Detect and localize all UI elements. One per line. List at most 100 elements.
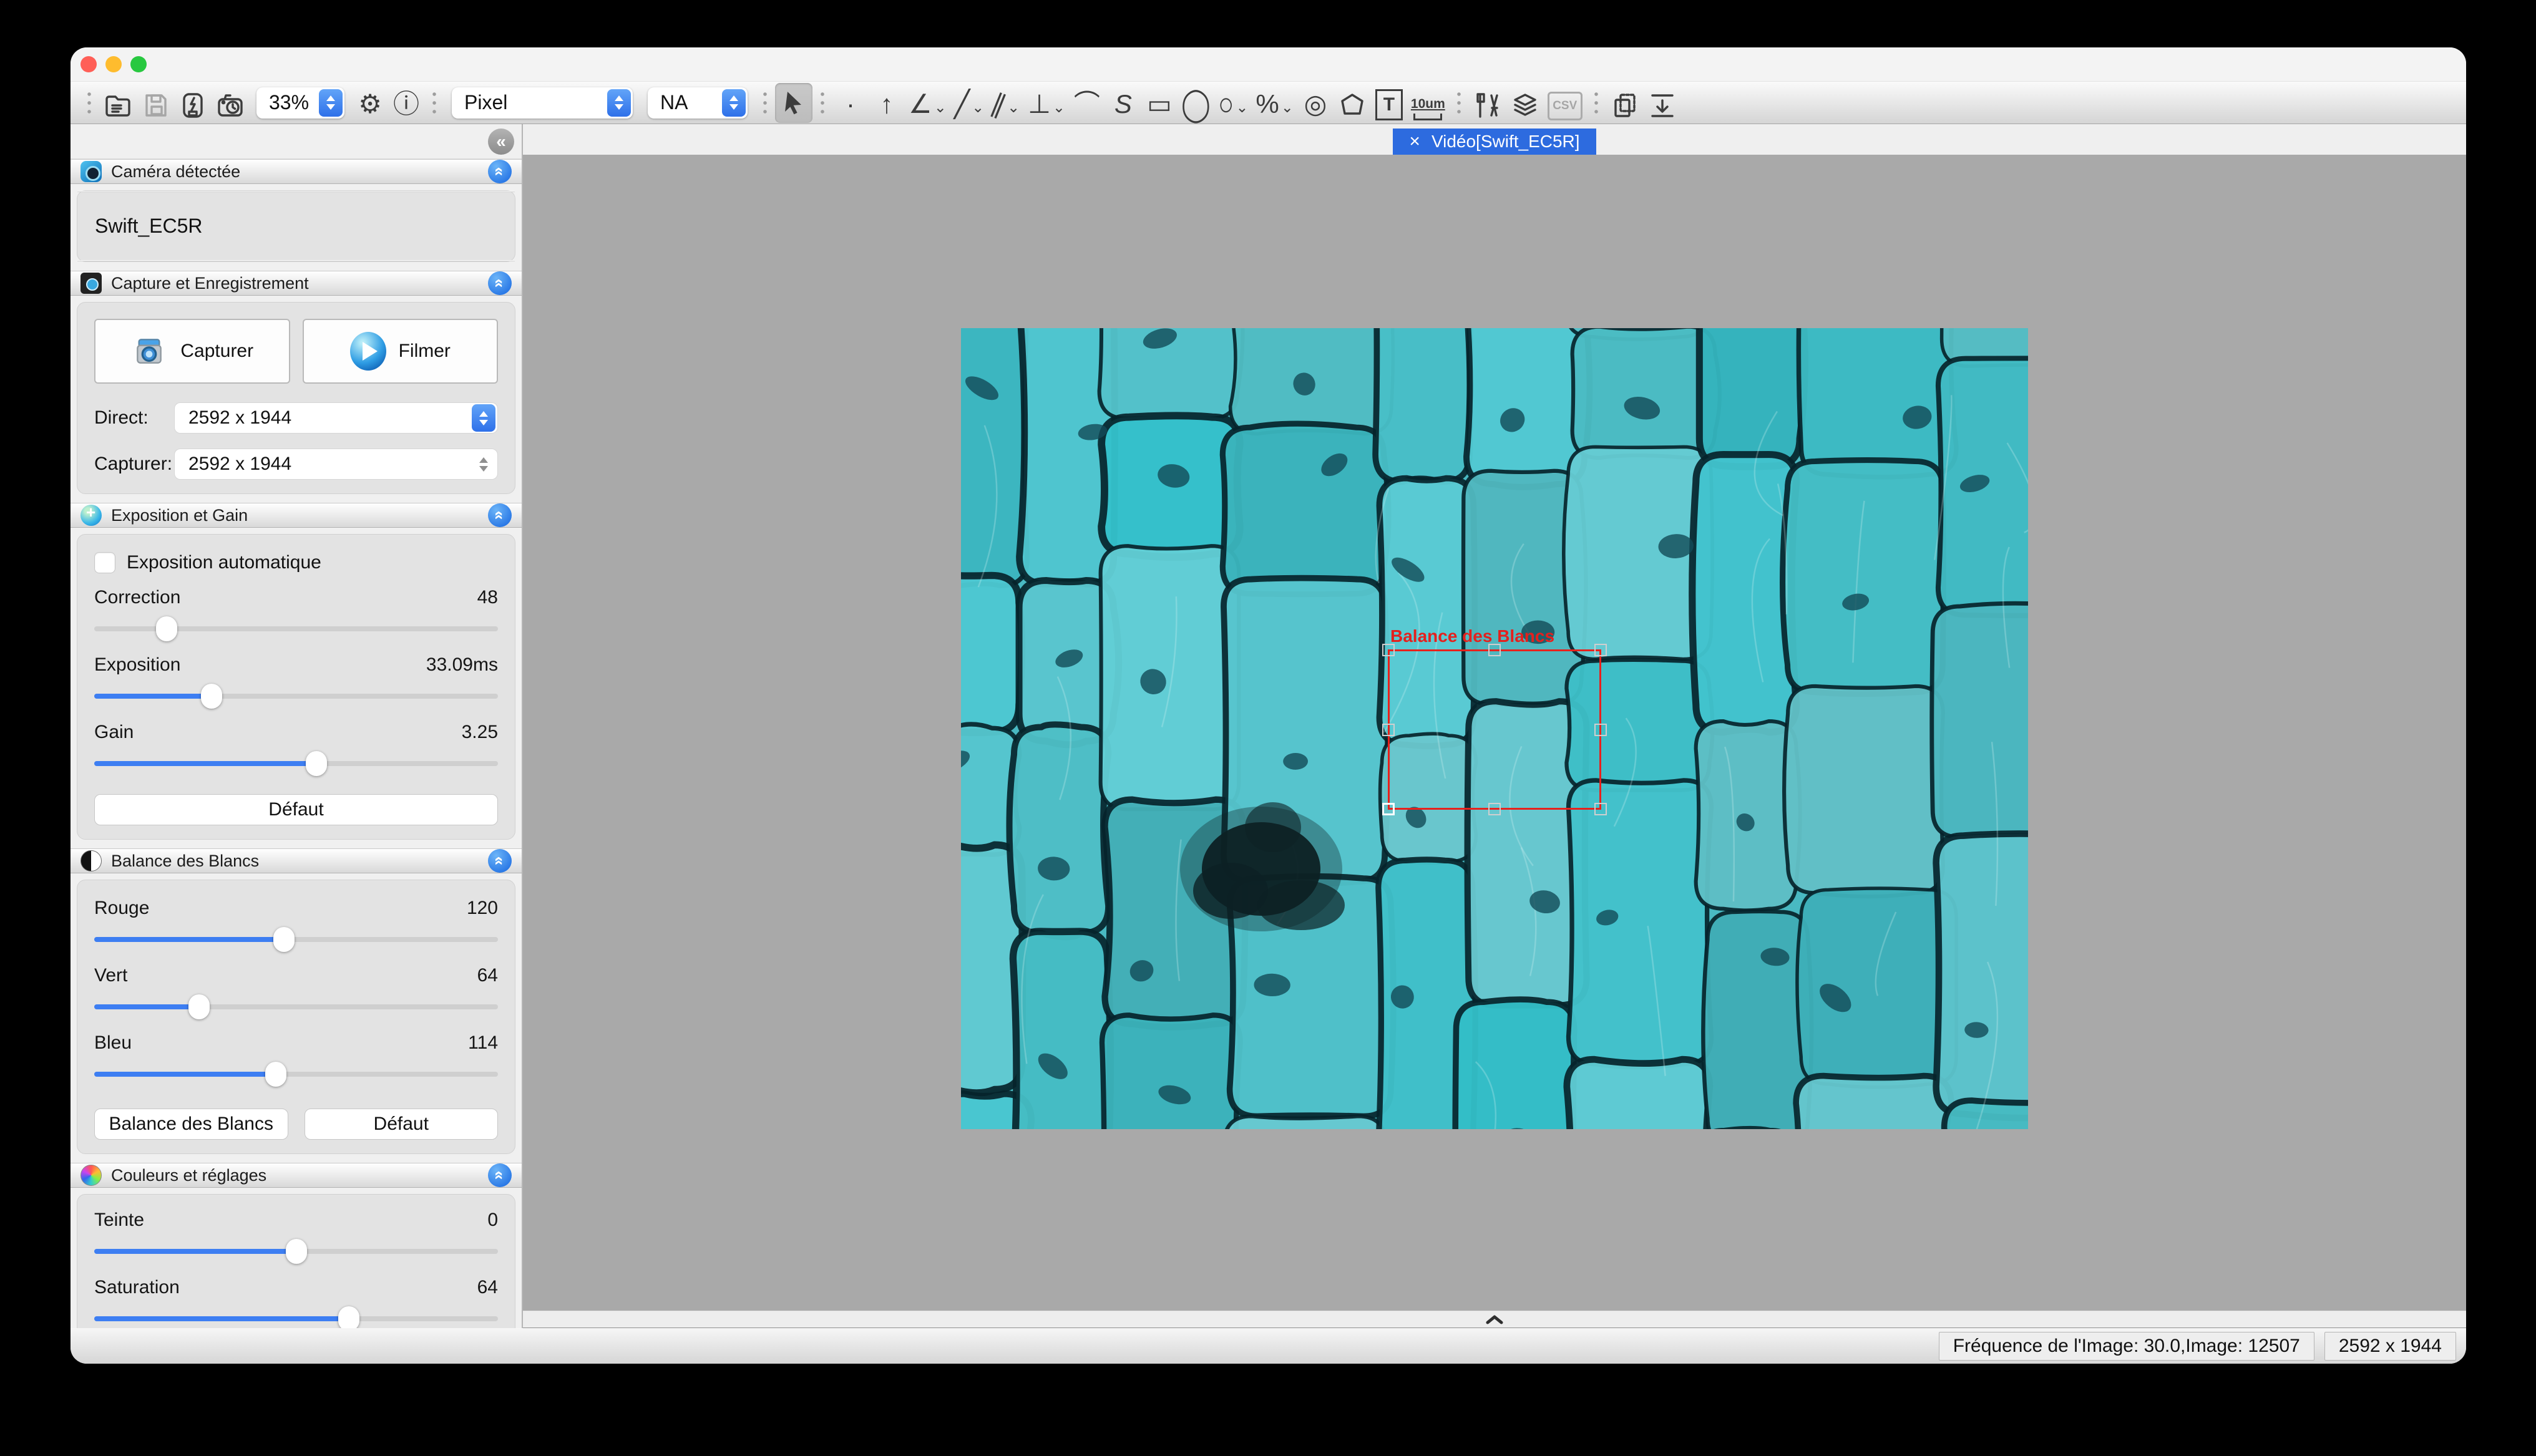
timed-capture-button[interactable] bbox=[212, 85, 249, 120]
auto-exposure-checkbox[interactable] bbox=[94, 552, 115, 573]
capture-resolution-select[interactable]: 2592 x 1944 bbox=[174, 449, 498, 480]
panel-collapse-button[interactable]: « bbox=[488, 160, 512, 183]
minimize-window-button[interactable] bbox=[105, 56, 122, 72]
slider-knob[interactable] bbox=[188, 994, 210, 1019]
zoom-stepper[interactable] bbox=[319, 89, 343, 117]
concentric-circles-tool-button[interactable]: ◎ bbox=[1297, 85, 1334, 120]
zoom-select[interactable]: 33% bbox=[256, 87, 344, 119]
gain-slider[interactable] bbox=[94, 750, 498, 777]
roi-handle[interactable] bbox=[1594, 724, 1607, 736]
white-balance-default-button[interactable]: Défaut bbox=[305, 1109, 499, 1140]
text-tool-button[interactable]: T bbox=[1371, 85, 1407, 120]
tab-video[interactable]: × Vidéo[Swift_EC5R] bbox=[1393, 129, 1596, 155]
burst-save-button[interactable] bbox=[174, 85, 212, 120]
tab-close-icon[interactable]: × bbox=[1409, 132, 1420, 151]
live-video-frame[interactable]: Balance des Blancs bbox=[961, 328, 2028, 1129]
ellipse-tool-button[interactable]: ◯ bbox=[1178, 85, 1214, 120]
polygon-icon bbox=[1337, 90, 1367, 120]
roi-handle[interactable] bbox=[1382, 724, 1395, 736]
detected-camera-name[interactable]: Swift_EC5R bbox=[77, 192, 515, 260]
measure-tool-button[interactable] bbox=[1469, 85, 1506, 120]
toolbar-drag-handle[interactable] bbox=[87, 90, 92, 116]
slider-value: 114 bbox=[468, 1032, 498, 1054]
circle-tool-button[interactable]: ○⌄ bbox=[1214, 85, 1252, 120]
info-button[interactable]: ⓘ bbox=[388, 85, 424, 120]
titlebar bbox=[71, 47, 2466, 81]
panel-header-capture[interactable]: Capture et Enregistrement « bbox=[71, 271, 522, 296]
caliper-icon bbox=[1473, 90, 1503, 120]
red-slider[interactable] bbox=[94, 926, 498, 953]
panel-header-camera[interactable]: Caméra détectée « bbox=[71, 159, 522, 184]
roi-handle[interactable] bbox=[1488, 803, 1501, 815]
exposure-slider[interactable] bbox=[94, 683, 498, 709]
roi-handle[interactable] bbox=[1594, 803, 1607, 815]
roi-handle[interactable] bbox=[1382, 803, 1395, 815]
still-camera-icon bbox=[130, 334, 168, 369]
slider-label: Rouge bbox=[94, 898, 149, 919]
panel-collapse-button[interactable]: « bbox=[488, 503, 512, 527]
polygon-tool-button[interactable] bbox=[1334, 85, 1371, 120]
panel-collapse-button[interactable]: « bbox=[488, 849, 512, 873]
bottom-panel-expander[interactable] bbox=[523, 1311, 2466, 1328]
chevron-down-icon: ⌄ bbox=[1053, 95, 1065, 120]
slider-knob[interactable] bbox=[286, 1239, 307, 1264]
na-stepper[interactable] bbox=[722, 89, 746, 117]
export-image-button[interactable] bbox=[1644, 85, 1681, 120]
capture-resolution-stepper[interactable] bbox=[472, 450, 495, 478]
scalebar-tool-button[interactable]: 10um bbox=[1407, 85, 1449, 120]
arc-tool-button[interactable]: ⌒ bbox=[1069, 85, 1105, 120]
unit-select[interactable]: Pixel bbox=[452, 87, 633, 119]
slider-knob[interactable] bbox=[156, 616, 177, 641]
panel-collapse-button[interactable]: « bbox=[488, 1163, 512, 1187]
video-viewport[interactable]: Balance des Blancs bbox=[523, 155, 2466, 1311]
capture-button[interactable]: Capturer bbox=[94, 319, 290, 384]
parallel-lines-tool-button[interactable]: ∥⌄ bbox=[988, 85, 1024, 120]
arrow-tool-button[interactable]: ↑ bbox=[869, 85, 905, 120]
white-balance-roi[interactable] bbox=[1388, 649, 1601, 810]
green-slider[interactable] bbox=[94, 994, 498, 1020]
slider-knob[interactable] bbox=[338, 1306, 359, 1328]
na-select[interactable]: NA bbox=[648, 87, 748, 119]
exposure-icon bbox=[80, 505, 102, 526]
capture-resolution-label: Capturer: bbox=[94, 454, 174, 475]
pointer-tool-button[interactable] bbox=[775, 83, 812, 123]
panel-title: Balance des Blancs bbox=[111, 852, 488, 871]
exposure-default-button[interactable]: Défaut bbox=[94, 794, 498, 825]
record-button[interactable]: Filmer bbox=[303, 319, 499, 384]
hue-slider[interactable] bbox=[94, 1238, 498, 1264]
curve-tool-button[interactable]: S bbox=[1105, 85, 1141, 120]
point-tool-button[interactable]: · bbox=[832, 85, 869, 120]
duplicate-button[interactable] bbox=[1606, 85, 1644, 120]
sidebar-collapse-button[interactable]: « bbox=[488, 129, 514, 155]
perpendicular-tool-button[interactable]: ⊥⌄ bbox=[1024, 85, 1069, 120]
slider-knob[interactable] bbox=[201, 684, 222, 709]
roi-handle[interactable] bbox=[1382, 644, 1395, 656]
open-file-button[interactable] bbox=[99, 85, 137, 120]
ring-tool-button[interactable]: %⌄ bbox=[1252, 85, 1297, 120]
settings-button[interactable]: ⚙ bbox=[352, 85, 388, 120]
panel-header-colors[interactable]: Couleurs et réglages « bbox=[71, 1163, 522, 1188]
roi-handle[interactable] bbox=[1488, 644, 1501, 656]
slider-knob[interactable] bbox=[306, 751, 327, 776]
roi-handle[interactable] bbox=[1594, 644, 1607, 656]
blue-slider[interactable] bbox=[94, 1061, 498, 1087]
layers-button[interactable] bbox=[1506, 85, 1544, 120]
correction-slider[interactable] bbox=[94, 616, 498, 642]
saturation-slider[interactable] bbox=[94, 1306, 498, 1328]
csv-export-button[interactable]: CSV bbox=[1544, 85, 1586, 120]
panel-header-white-balance[interactable]: Balance des Blancs « bbox=[71, 848, 522, 873]
direct-resolution-select[interactable]: 2592 x 1944 bbox=[174, 402, 498, 434]
slider-knob[interactable] bbox=[265, 1062, 286, 1087]
zoom-window-button[interactable] bbox=[130, 56, 147, 72]
save-button[interactable] bbox=[137, 85, 174, 120]
line-tool-button[interactable]: ╱⌄ bbox=[950, 85, 988, 120]
angle-tool-button[interactable]: ∠⌄ bbox=[905, 85, 950, 120]
white-balance-button[interactable]: Balance des Blancs bbox=[94, 1109, 288, 1140]
panel-collapse-button[interactable]: « bbox=[488, 271, 512, 295]
direct-resolution-stepper[interactable] bbox=[472, 404, 495, 432]
unit-stepper[interactable] bbox=[607, 89, 631, 117]
rectangle-tool-button[interactable]: ▭ bbox=[1141, 85, 1178, 120]
slider-knob[interactable] bbox=[273, 927, 295, 952]
close-window-button[interactable] bbox=[80, 56, 97, 72]
panel-header-exposure[interactable]: Exposition et Gain « bbox=[71, 503, 522, 528]
